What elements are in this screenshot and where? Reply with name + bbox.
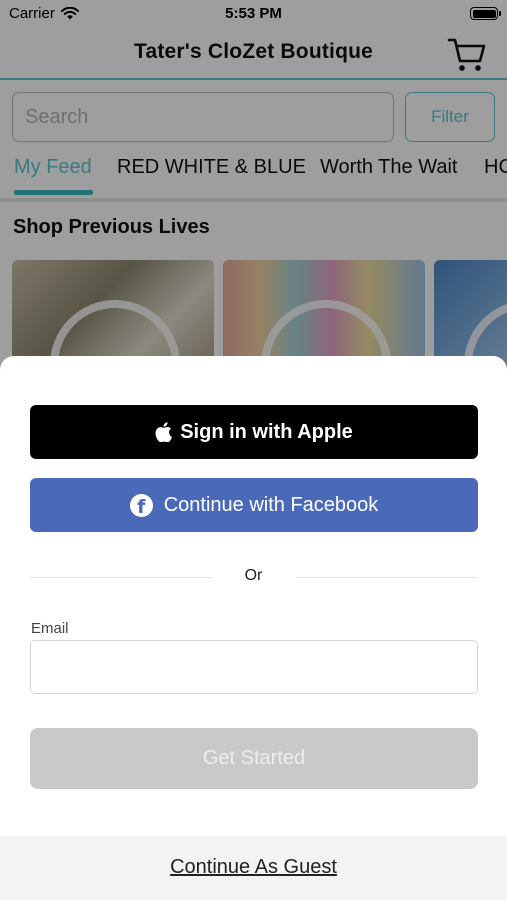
email-label: Email [31,620,69,637]
facebook-button-label: Continue with Facebook [163,493,379,516]
sign-in-sheet: Sign in with Apple f Continue with Faceb… [0,356,507,900]
divider-right [296,577,478,578]
continue-as-guest-link[interactable]: Continue As Guest [0,856,507,879]
facebook-icon: f [129,493,153,518]
sign-in-with-apple-button[interactable]: Sign in with Apple [30,405,478,459]
apple-icon [155,422,173,442]
or-separator: Or [244,567,263,584]
continue-with-facebook-button[interactable]: f Continue with Facebook [30,478,478,532]
email-field[interactable] [30,640,478,694]
get-started-button[interactable]: Get Started [30,728,478,789]
apple-button-label: Sign in with Apple [180,420,353,443]
guest-footer: Continue As Guest [0,836,507,900]
